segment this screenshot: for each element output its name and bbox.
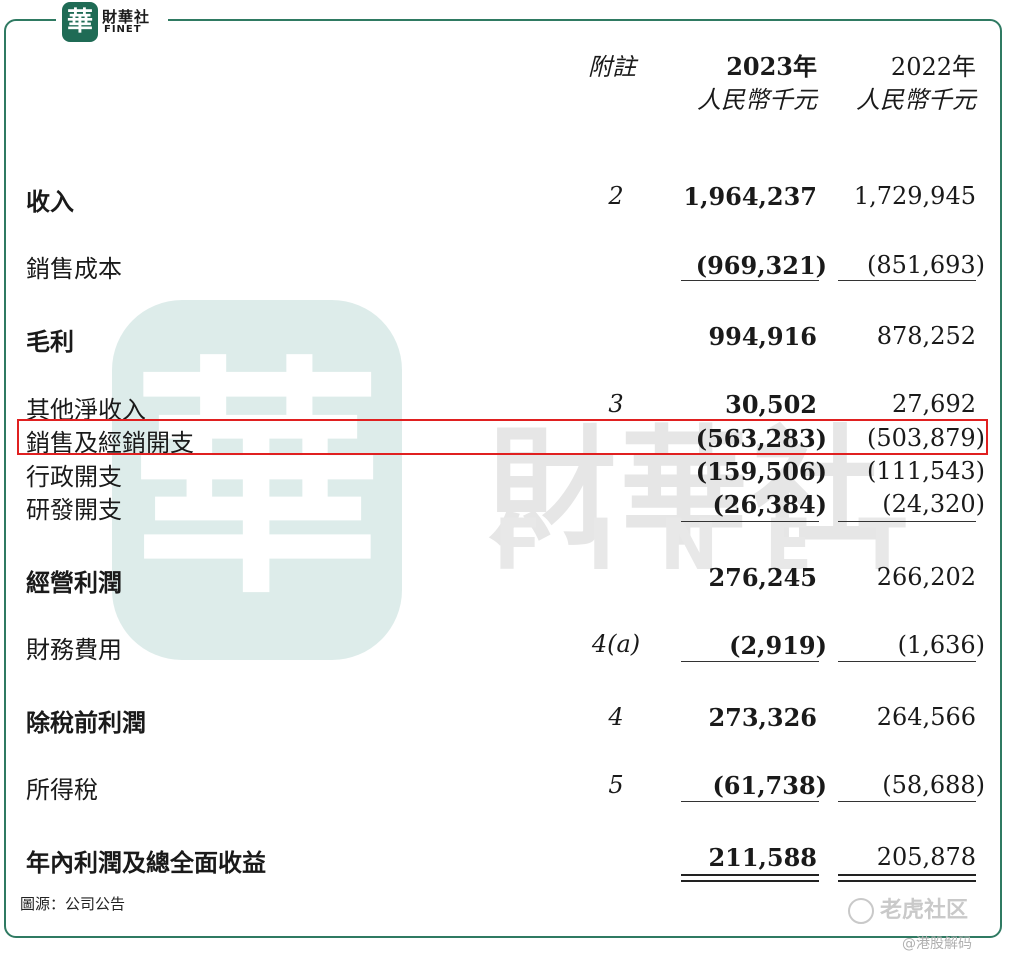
- row-label-profit-for-year: 年內利潤及總全面收益: [26, 849, 266, 877]
- finet-seal-icon: 華: [62, 2, 98, 42]
- row-value-2023: 276,245: [708, 563, 817, 592]
- subtotal-rule: [681, 661, 819, 662]
- header-note: 附註: [588, 53, 636, 81]
- header-2023-year: 2023年: [726, 52, 817, 81]
- row-value-2023: (2,919): [729, 631, 827, 660]
- row-note: 5: [608, 771, 624, 799]
- subtotal-rule: [838, 661, 976, 662]
- row-value-2023: 211,588: [708, 843, 817, 872]
- image-source: 圖源：公司公告: [20, 895, 126, 913]
- row-value-2023: 1,964,237: [683, 182, 817, 211]
- row-note: 2: [608, 182, 624, 210]
- subtotal-rule: [838, 280, 976, 281]
- header-2022-year: 2022年: [890, 53, 976, 81]
- highlight-box: [17, 419, 988, 455]
- row-note: 3: [608, 390, 624, 418]
- row-label-finance-costs: 財務費用: [26, 636, 122, 664]
- row-label-rnd: 研發開支: [26, 496, 122, 524]
- row-label-admin: 行政開支: [26, 463, 122, 491]
- row-value-2023: (61,738): [712, 771, 827, 800]
- row-note: 4(a): [591, 630, 641, 658]
- row-label-profit-before-tax: 除稅前利潤: [26, 709, 146, 737]
- header-2022-unit: 人民幣千元: [856, 86, 976, 114]
- subtotal-rule: [681, 801, 819, 802]
- row-label-revenue: 收入: [26, 188, 74, 216]
- row-label-gross-profit: 毛利: [26, 328, 74, 356]
- row-value-2022: (111,543): [867, 457, 985, 485]
- row-note: 4: [608, 703, 624, 731]
- tiger-community-watermark: 老虎社区: [848, 892, 968, 924]
- tiger-watermark-text: 老虎社区: [880, 898, 969, 923]
- logo-name-en: FINET: [104, 24, 142, 35]
- row-label-cost-of-sales: 銷售成本: [26, 255, 122, 283]
- row-value-2023: (969,321): [695, 251, 827, 280]
- subtotal-rule: [681, 521, 819, 522]
- row-value-2022: 264,566: [876, 703, 976, 731]
- row-value-2023: 994,916: [708, 322, 817, 351]
- tiger-logo-icon: [848, 898, 874, 924]
- row-value-2022: (1,636): [897, 631, 985, 659]
- row-label-operating-profit: 經營利潤: [26, 569, 122, 597]
- row-value-2022: (851,693): [867, 251, 985, 279]
- row-label-income-tax: 所得稅: [26, 776, 98, 804]
- subtotal-rule: [838, 521, 976, 522]
- author-handle: @港股解码: [902, 936, 972, 952]
- header-2023-unit: 人民幣千元: [697, 86, 817, 114]
- subtotal-rule: [681, 280, 819, 281]
- row-value-2023: 273,326: [708, 703, 817, 732]
- row-value-2022: 266,202: [876, 563, 976, 591]
- row-value-2022: (58,688): [882, 771, 985, 799]
- finet-logo: 華 財華社 FINET: [56, 0, 168, 44]
- subtotal-rule: [838, 801, 976, 802]
- row-value-2022: 205,878: [876, 843, 976, 871]
- total-double-rule: [681, 874, 819, 882]
- row-value-2022: 27,692: [892, 390, 976, 418]
- row-value-2022: 1,729,945: [853, 182, 976, 210]
- row-value-2023: (159,506): [695, 457, 827, 486]
- total-double-rule: [838, 874, 976, 882]
- row-value-2023: 30,502: [725, 390, 817, 419]
- row-value-2023: (26,384): [712, 490, 827, 519]
- row-value-2022: 878,252: [876, 322, 976, 350]
- row-value-2022: (24,320): [882, 490, 985, 518]
- watermark-seal: 華: [112, 300, 402, 660]
